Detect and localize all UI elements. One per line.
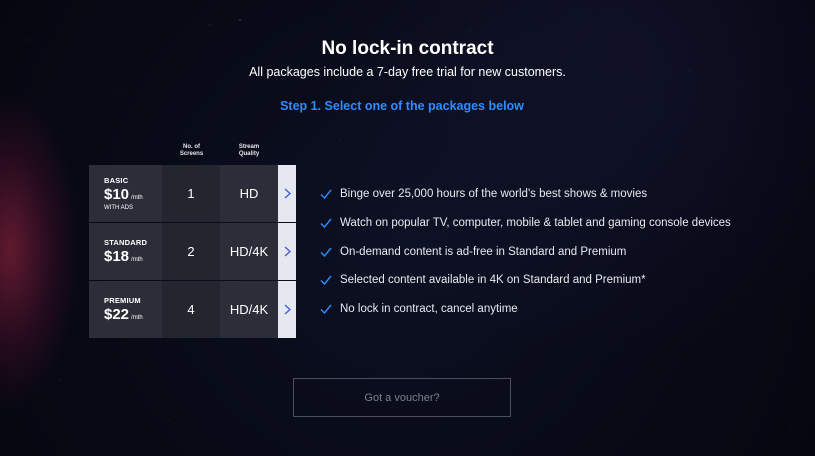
package-screens: 2 — [162, 223, 220, 280]
package-price-amount: $10 — [104, 186, 130, 203]
package-price-period: /mth — [131, 195, 143, 201]
check-icon — [320, 275, 332, 286]
select-package-button[interactable] — [278, 223, 296, 280]
package-screens: 4 — [162, 281, 220, 338]
page-subtitle: All packages include a 7-day free trial … — [249, 65, 566, 79]
quality-column-header: Stream Quality — [238, 144, 260, 157]
package-price: $22 /mth — [104, 306, 162, 323]
feature-text: No lock in contract, cancel anytime — [340, 303, 518, 316]
package-premium[interactable]: PREMIUM $22 /mth 4 HD/4K — [89, 281, 296, 338]
voucher-button[interactable]: Got a voucher? — [293, 378, 511, 417]
feature-item: Binge over 25,000 hours of the world's b… — [320, 180, 731, 209]
package-basic[interactable]: BASIC $10 /mth WITH ADS 1 HD — [89, 165, 296, 222]
package-quality: HD/4K — [220, 223, 278, 280]
feature-text: Selected content available in 4K on Stan… — [340, 274, 646, 287]
feature-text: Watch on popular TV, computer, mobile & … — [340, 217, 731, 230]
package-quality: HD — [220, 165, 278, 222]
package-standard[interactable]: STANDARD $18 /mth 2 HD/4K — [89, 223, 296, 280]
package-price-period: /mth — [131, 315, 143, 321]
feature-list: Binge over 25,000 hours of the world's b… — [320, 180, 731, 323]
feature-item: On-demand content is ad-free in Standard… — [320, 237, 731, 266]
package-list: BASIC $10 /mth WITH ADS 1 HD STANDARD $1… — [89, 165, 296, 338]
package-quality: HD/4K — [220, 281, 278, 338]
package-screens: 1 — [162, 165, 220, 222]
check-icon — [320, 218, 332, 229]
feature-text: On-demand content is ad-free in Standard… — [340, 245, 627, 258]
feature-item: Selected content available in 4K on Stan… — [320, 266, 731, 295]
chevron-right-icon — [284, 188, 291, 199]
package-price-period: /mth — [131, 257, 143, 263]
package-price-amount: $18 — [104, 248, 130, 265]
package-name-cell: BASIC $10 /mth WITH ADS — [89, 165, 162, 222]
chevron-right-icon — [284, 246, 291, 257]
check-icon — [320, 304, 332, 315]
package-price: $10 /mth — [104, 186, 162, 203]
package-name: BASIC — [104, 176, 129, 185]
package-price-amount: $22 — [104, 306, 130, 323]
feature-text: Binge over 25,000 hours of the world's b… — [340, 188, 648, 201]
check-icon — [320, 189, 332, 200]
chevron-right-icon — [284, 304, 291, 315]
check-icon — [320, 247, 332, 257]
package-note: WITH ADS — [104, 205, 134, 211]
select-package-button[interactable] — [278, 165, 296, 222]
select-package-button[interactable] — [278, 281, 296, 338]
page-title: No lock-in contract — [321, 38, 494, 59]
package-column-headers: No. of Screens Stream Quality — [163, 144, 278, 158]
step-instruction: Step 1. Select one of the packages below — [280, 99, 524, 113]
package-price: $18 /mth — [104, 248, 162, 265]
feature-item: No lock in contract, cancel anytime — [320, 295, 731, 324]
package-name: PREMIUM — [104, 296, 141, 305]
package-name-cell: STANDARD $18 /mth — [89, 223, 162, 280]
package-name: STANDARD — [104, 238, 148, 247]
feature-item: Watch on popular TV, computer, mobile & … — [320, 209, 731, 238]
screens-column-header: No. of Screens — [179, 144, 204, 157]
package-name-cell: PREMIUM $22 /mth — [89, 281, 162, 338]
